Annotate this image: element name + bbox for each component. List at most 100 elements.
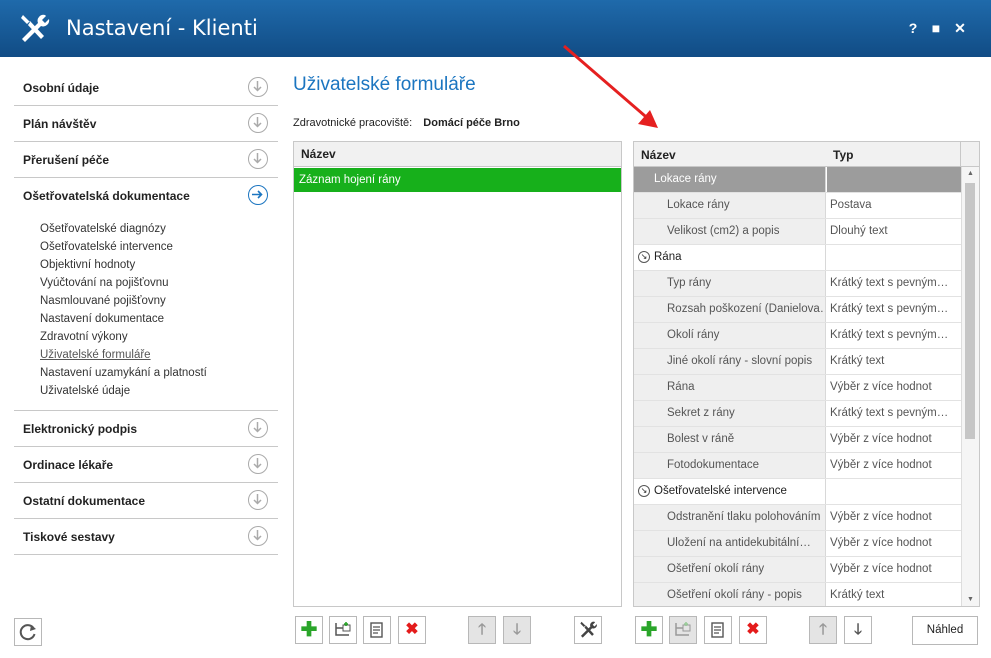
edit-field-button[interactable] xyxy=(704,616,732,644)
field-name-cell: Lokace rány xyxy=(634,193,826,218)
field-name: Typ rány xyxy=(667,277,712,289)
section-preruseni-pece[interactable]: Přerušení péče xyxy=(14,142,278,178)
section-label: Elektronický podpis xyxy=(23,422,138,436)
delete-x-icon: ✖ xyxy=(746,621,760,638)
arrow-down-icon: 🡓 xyxy=(854,621,862,638)
forms-row-selected[interactable]: Záznam hojení rány xyxy=(294,168,621,192)
edit-form-button[interactable] xyxy=(363,616,391,644)
field-group-row[interactable]: ↘ Rána xyxy=(634,245,979,271)
tree-add-icon xyxy=(335,622,351,636)
field-name-cell: Uložení na antidekubitální… xyxy=(634,531,826,556)
field-name-cell: Ošetření okolí rány - popis xyxy=(634,583,826,606)
section-ordinace-lekare[interactable]: Ordinace lékaře xyxy=(14,447,278,483)
field-row[interactable]: Typ rány Krátký text s pevným… xyxy=(634,271,979,297)
field-name-cell: Jiné okolí rány - slovní popis xyxy=(634,349,826,374)
move-down-field-button[interactable]: 🡓 xyxy=(844,616,872,644)
sub-item-uzivatelske-formulare[interactable]: Uživatelské formuláře xyxy=(40,346,278,364)
section-osobni-udaje[interactable]: Osobní údaje xyxy=(14,70,278,106)
fields-grid-header: Název Typ xyxy=(634,142,979,167)
field-type-cell: Výběr z více hodnot xyxy=(827,375,964,400)
field-row[interactable]: Rozsah poškození (Danielova… Krátký text … xyxy=(634,297,979,323)
field-type-cell: Krátký text s pevným… xyxy=(827,271,964,296)
section-tiskove-sestavy[interactable]: Tiskové sestavy xyxy=(14,519,278,555)
sub-item-osetrovatelske-diagnozy[interactable]: Ošetřovatelské diagnózy xyxy=(40,220,278,238)
field-row[interactable]: Okolí rány Krátký text s pevným… xyxy=(634,323,979,349)
window-title: Nastavení - Klienti xyxy=(66,16,258,40)
sub-item-list: Ošetřovatelské diagnózy Ošetřovatelské i… xyxy=(14,213,278,411)
field-row[interactable]: Ošetření okolí rány Výběr z více hodnot xyxy=(634,557,979,583)
vertical-scrollbar[interactable]: ▲ ▼ xyxy=(961,167,979,606)
plus-icon: ✚ xyxy=(300,619,318,641)
scroll-thumb[interactable] xyxy=(965,183,975,439)
field-row[interactable]: Jiné okolí rány - slovní popis Krátký tex… xyxy=(634,349,979,375)
column-header-nazev[interactable]: Název xyxy=(641,148,676,162)
help-button[interactable]: ? xyxy=(903,18,923,38)
field-row[interactable]: Lokace rány Postava xyxy=(634,193,979,219)
edit-icon xyxy=(711,622,724,638)
close-button[interactable]: ✕ xyxy=(950,18,970,38)
scroll-up-icon[interactable]: ▲ xyxy=(962,170,979,177)
add-form-button[interactable]: ✚ xyxy=(295,616,323,644)
expand-circle-icon xyxy=(248,149,268,169)
field-row[interactable]: Velikost (cm2) a popis Dlouhý text xyxy=(634,219,979,245)
move-down-form-button[interactable]: 🡓 xyxy=(503,616,531,644)
field-name: Ošetření okolí rány xyxy=(667,563,765,575)
section-label: Přerušení péče xyxy=(23,153,110,167)
tools-icon xyxy=(580,621,597,638)
sub-item-nastaveni-uzamykani[interactable]: Nastavení uzamykání a platností xyxy=(40,364,278,382)
field-row[interactable]: Uložení na antidekubitální… Výběr z více … xyxy=(634,531,979,557)
section-osetrovatelska-dokumentace[interactable]: Ošetřovatelská dokumentace xyxy=(14,178,278,213)
sub-item-osetrovatelske-intervence[interactable]: Ošetřovatelské intervence xyxy=(40,238,278,256)
field-type-cell: Dlouhý text xyxy=(827,219,964,244)
field-group-row[interactable]: ↘Lokace rány xyxy=(634,167,979,193)
workplace-label: Zdravotnické pracoviště: xyxy=(293,117,413,129)
column-header-typ[interactable]: Typ xyxy=(833,148,853,162)
field-name: Jiné okolí rány - slovní popis xyxy=(667,355,813,367)
field-row[interactable]: Sekret z rány Krátký text s pevným… xyxy=(634,401,979,427)
red-arrow-annotation xyxy=(563,44,658,128)
refresh-button[interactable] xyxy=(14,618,42,646)
field-group-row[interactable]: ↘ Ošetřovatelské intervence xyxy=(634,479,979,505)
delete-field-button[interactable]: ✖ xyxy=(739,616,767,644)
move-up-field-button[interactable]: 🡑 xyxy=(809,616,837,644)
form-settings-button[interactable] xyxy=(574,616,602,644)
delete-form-button[interactable]: ✖ xyxy=(398,616,426,644)
sub-item-zdravotni-vykony[interactable]: Zdravotní výkony xyxy=(40,328,278,346)
field-type-cell: Výběr z více hodnot xyxy=(827,557,964,582)
field-row[interactable]: Bolest v ráně Výběr z více hodnot xyxy=(634,427,979,453)
workplace-value[interactable]: Domácí péče Brno xyxy=(423,117,520,129)
field-type-cell: Krátký text s pevným… xyxy=(827,297,964,322)
field-row[interactable]: Ošetření okolí rány - popis Krátký text xyxy=(634,583,979,606)
field-name-cell: Velikost (cm2) a popis xyxy=(634,219,826,244)
field-row[interactable]: Rána Výběr z více hodnot xyxy=(634,375,979,401)
section-elektronicky-podpis[interactable]: Elektronický podpis xyxy=(14,411,278,447)
add-subitem-button[interactable] xyxy=(329,616,357,644)
maximize-button[interactable]: ■ xyxy=(926,18,946,38)
add-field-button[interactable]: ✚ xyxy=(635,616,663,644)
field-name-cell: Ošetření okolí rány xyxy=(634,557,826,582)
field-row[interactable]: Fotodokumentace Výběr z více hodnot xyxy=(634,453,979,479)
field-name-cell: Odstranění tlaku polohováním xyxy=(634,505,826,530)
field-type-cell: Krátký text xyxy=(827,349,964,374)
field-type-cell: Krátký text xyxy=(827,583,964,606)
sub-item-objektivni-hodnoty[interactable]: Objektivní hodnoty xyxy=(40,256,278,274)
sub-item-uzivatelske-udaje[interactable]: Uživatelské údaje xyxy=(40,382,278,400)
field-row[interactable]: Odstranění tlaku polohováním Výběr z více… xyxy=(634,505,979,531)
field-name-cell: Rána xyxy=(634,375,826,400)
add-subfield-button[interactable] xyxy=(669,616,697,644)
refresh-icon xyxy=(19,624,36,641)
move-up-form-button[interactable]: 🡑 xyxy=(468,616,496,644)
forms-column-header[interactable]: Název xyxy=(294,142,621,167)
scroll-down-icon[interactable]: ▼ xyxy=(962,596,979,603)
field-name: Ošetřovatelské intervence xyxy=(654,485,787,497)
field-rows: ↘Lokace rányLokace rányPostavaVelikost (… xyxy=(634,167,979,606)
preview-button[interactable]: Náhled xyxy=(912,616,978,645)
field-name-cell: Lokace rány xyxy=(634,167,826,192)
edit-icon xyxy=(370,622,383,638)
sub-item-vyuctovani[interactable]: Vyúčtování na pojišťovnu xyxy=(40,274,278,292)
field-name: Fotodokumentace xyxy=(667,459,760,471)
sub-item-nastaveni-dokumentace[interactable]: Nastavení dokumentace xyxy=(40,310,278,328)
sub-item-nasmlouvane-pojistovny[interactable]: Nasmlouvané pojišťovny xyxy=(40,292,278,310)
section-ostatni-dokumentace[interactable]: Ostatní dokumentace xyxy=(14,483,278,519)
section-plan-navstev[interactable]: Plán návštěv xyxy=(14,106,278,142)
